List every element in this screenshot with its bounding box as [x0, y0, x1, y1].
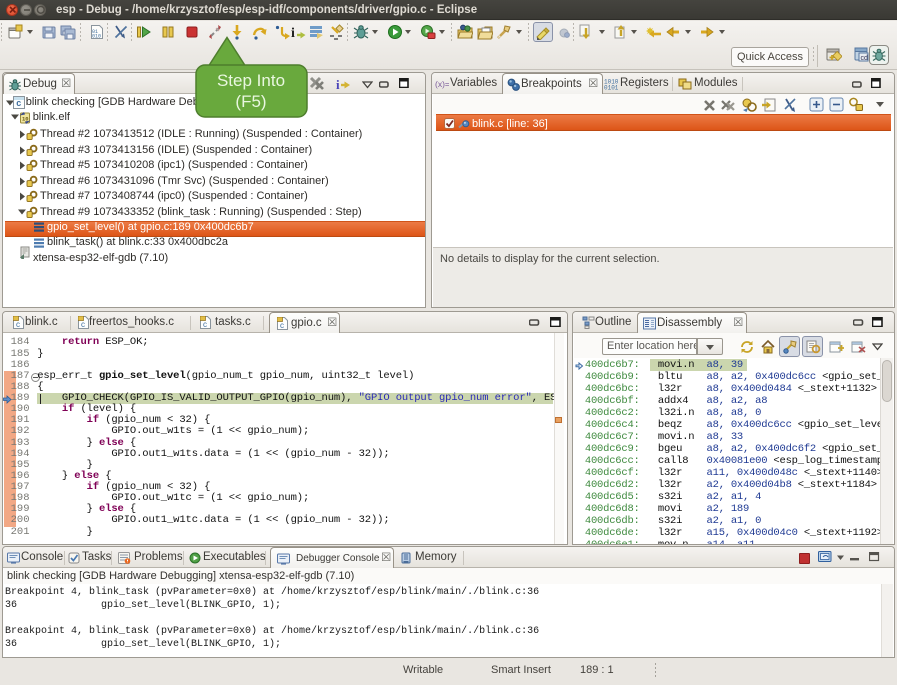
svg-text:c: c	[16, 98, 21, 108]
svg-text:c: c	[81, 320, 85, 329]
svg-text:c: c	[203, 320, 207, 329]
svg-text:0101: 0101	[604, 85, 618, 91]
svg-text:(F5): (F5)	[235, 92, 266, 111]
svg-text:cd: cd	[861, 55, 869, 62]
svg-text:i: i	[336, 77, 340, 91]
svg-text:010: 010	[92, 34, 101, 40]
svg-text:c: c	[16, 320, 20, 329]
svg-text:Step Into: Step Into	[217, 71, 285, 90]
svg-text:c: c	[280, 321, 284, 330]
svg-text:(x)=: (x)=	[435, 79, 449, 89]
svg-text:10: 10	[22, 115, 29, 122]
